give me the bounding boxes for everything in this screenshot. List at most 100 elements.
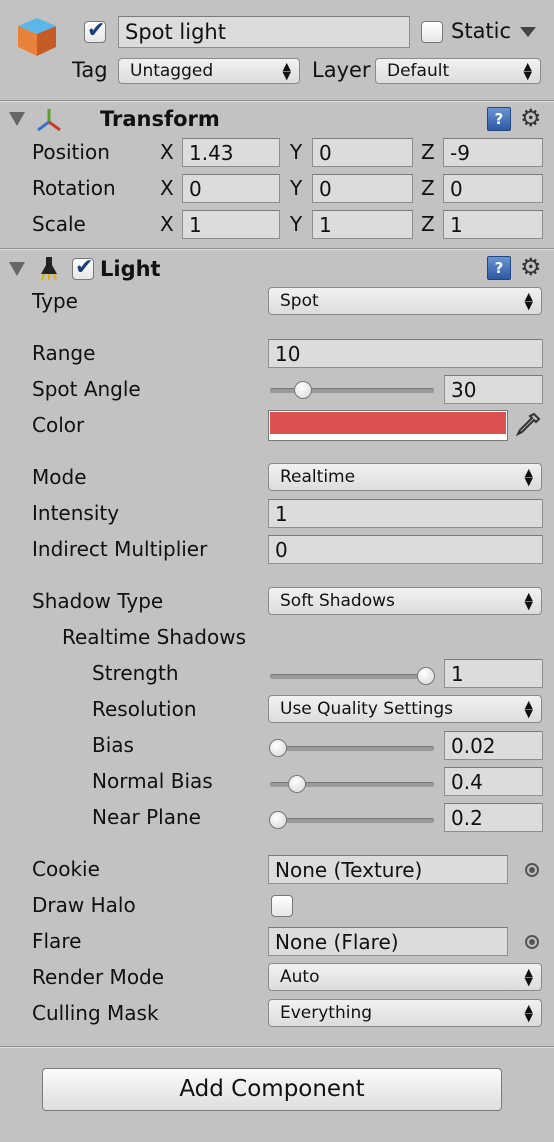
resolution-dropdown[interactable]: Use Quality Settings ▲ ▼ xyxy=(268,695,542,723)
rotation-x-input[interactable]: 0 xyxy=(182,174,280,203)
spot-angle-slider-thumb[interactable] xyxy=(294,381,313,399)
resolution-label: Resolution xyxy=(92,697,197,721)
position-label: Position xyxy=(32,140,110,164)
gear-icon[interactable]: ⚙ xyxy=(520,106,542,130)
dropdown-arrows-icon: ▲ ▼ xyxy=(524,466,533,488)
static-checkbox[interactable] xyxy=(421,21,443,43)
axis-z-label: Z xyxy=(421,176,435,200)
strength-label: Strength xyxy=(92,661,179,685)
check-icon: ✔ xyxy=(87,18,106,43)
position-y-input[interactable]: 0 xyxy=(312,138,413,167)
transform-foldout-arrow-icon[interactable] xyxy=(9,112,25,126)
layer-label: Layer xyxy=(312,58,371,82)
draw-halo-checkbox[interactable] xyxy=(271,895,293,917)
render-mode-label: Render Mode xyxy=(32,965,165,989)
flare-label: Flare xyxy=(32,929,82,953)
dropdown-arrows-icon: ▲ ▼ xyxy=(524,590,533,612)
spot-angle-input[interactable]: 30 xyxy=(444,375,543,404)
cookie-object-picker-icon[interactable] xyxy=(525,863,539,877)
gameobject-cube-icon xyxy=(14,14,60,60)
bias-slider-thumb[interactable] xyxy=(269,739,287,757)
axis-y-label: Y xyxy=(290,140,303,164)
bias-label: Bias xyxy=(92,733,134,757)
near-plane-slider-track[interactable] xyxy=(270,818,434,823)
static-dropdown-arrow-icon[interactable] xyxy=(520,27,536,37)
axis-x-label: X xyxy=(160,212,174,236)
bias-input[interactable]: 0.02 xyxy=(444,731,543,760)
flare-object-field[interactable]: None (Flare) xyxy=(268,927,508,956)
resolution-value: Use Quality Settings xyxy=(280,699,454,719)
color-label: Color xyxy=(32,413,85,437)
active-checkbox[interactable]: ✔ xyxy=(84,18,106,43)
tag-dropdown[interactable]: Untagged ▲ ▼ xyxy=(118,58,300,84)
type-value: Spot xyxy=(280,291,319,311)
help-icon[interactable]: ? xyxy=(487,256,511,280)
object-name-input[interactable]: Spot light xyxy=(118,16,410,48)
flare-object-picker-icon[interactable] xyxy=(525,935,539,949)
normal-bias-input[interactable]: 0.4 xyxy=(444,767,543,796)
normal-bias-label: Normal Bias xyxy=(92,769,213,793)
scale-x-input[interactable]: 1 xyxy=(182,210,280,239)
type-dropdown[interactable]: Spot ▲ ▼ xyxy=(268,287,542,315)
dropdown-arrows-icon: ▲ ▼ xyxy=(524,1002,533,1024)
near-plane-slider-thumb[interactable] xyxy=(269,811,287,829)
eyedropper-icon[interactable] xyxy=(514,411,542,441)
rotation-label: Rotation xyxy=(32,176,116,200)
position-x-input[interactable]: 1.43 xyxy=(182,138,280,167)
range-label: Range xyxy=(32,341,96,365)
axis-x-label: X xyxy=(160,140,174,164)
culling-mask-value: Everything xyxy=(280,1003,373,1023)
gear-icon[interactable]: ⚙ xyxy=(520,255,542,279)
position-z-input[interactable]: -9 xyxy=(443,138,543,167)
rotation-z-input[interactable]: 0 xyxy=(443,174,543,203)
mode-dropdown[interactable]: Realtime ▲ ▼ xyxy=(268,463,542,491)
strength-input[interactable]: 1 xyxy=(444,659,543,688)
range-input[interactable]: 10 xyxy=(268,339,543,368)
mode-value: Realtime xyxy=(280,467,356,487)
light-foldout-arrow-icon[interactable] xyxy=(9,262,25,276)
bias-slider-track[interactable] xyxy=(270,746,434,751)
culling-mask-dropdown[interactable]: Everything ▲ ▼ xyxy=(268,999,542,1027)
transform-title: Transform xyxy=(100,107,220,131)
cookie-object-field[interactable]: None (Texture) xyxy=(268,855,508,884)
type-label: Type xyxy=(32,289,78,313)
render-mode-dropdown[interactable]: Auto ▲ ▼ xyxy=(268,963,542,991)
dropdown-arrows-icon: ▲ ▼ xyxy=(523,60,532,82)
cookie-label: Cookie xyxy=(32,857,100,881)
strength-slider-thumb[interactable] xyxy=(417,667,435,685)
strength-slider-track[interactable] xyxy=(270,674,434,679)
near-plane-input[interactable]: 0.2 xyxy=(444,803,543,832)
mode-label: Mode xyxy=(32,465,87,489)
intensity-label: Intensity xyxy=(32,501,120,525)
transform-axes-icon xyxy=(35,106,63,134)
static-label: Static xyxy=(451,19,512,43)
tag-label: Tag xyxy=(72,58,108,82)
dropdown-arrows-icon: ▲ ▼ xyxy=(524,290,533,312)
dropdown-arrows-icon: ▲ ▼ xyxy=(524,698,533,720)
dropdown-arrows-icon: ▲ ▼ xyxy=(524,966,533,988)
layer-dropdown[interactable]: Default ▲ ▼ xyxy=(375,58,541,84)
add-component-button[interactable]: Add Component xyxy=(42,1068,502,1111)
dropdown-arrows-icon: ▲ ▼ xyxy=(282,60,291,82)
layer-value: Default xyxy=(387,61,450,81)
scale-z-input[interactable]: 1 xyxy=(443,210,543,239)
axis-z-label: Z xyxy=(421,212,435,236)
realtime-shadows-label: Realtime Shadows xyxy=(62,625,246,649)
color-swatch[interactable] xyxy=(268,410,508,441)
intensity-input[interactable]: 1 xyxy=(268,499,543,528)
rotation-y-input[interactable]: 0 xyxy=(312,174,413,203)
shadow-type-value: Soft Shadows xyxy=(280,591,395,611)
light-enabled-checkbox[interactable]: ✔ xyxy=(72,255,94,280)
shadow-type-dropdown[interactable]: Soft Shadows ▲ ▼ xyxy=(268,587,542,615)
axis-x-label: X xyxy=(160,176,174,200)
light-component-icon xyxy=(37,255,61,281)
shadow-type-label: Shadow Type xyxy=(32,589,164,613)
culling-mask-label: Culling Mask xyxy=(32,1001,159,1025)
normal-bias-slider-thumb[interactable] xyxy=(288,775,307,793)
indirect-multiplier-input[interactable]: 0 xyxy=(268,535,543,564)
draw-halo-label: Draw Halo xyxy=(32,893,136,917)
scale-y-input[interactable]: 1 xyxy=(312,210,413,239)
help-icon[interactable]: ? xyxy=(487,107,511,131)
light-title: Light xyxy=(100,257,161,281)
divider xyxy=(0,1047,554,1048)
